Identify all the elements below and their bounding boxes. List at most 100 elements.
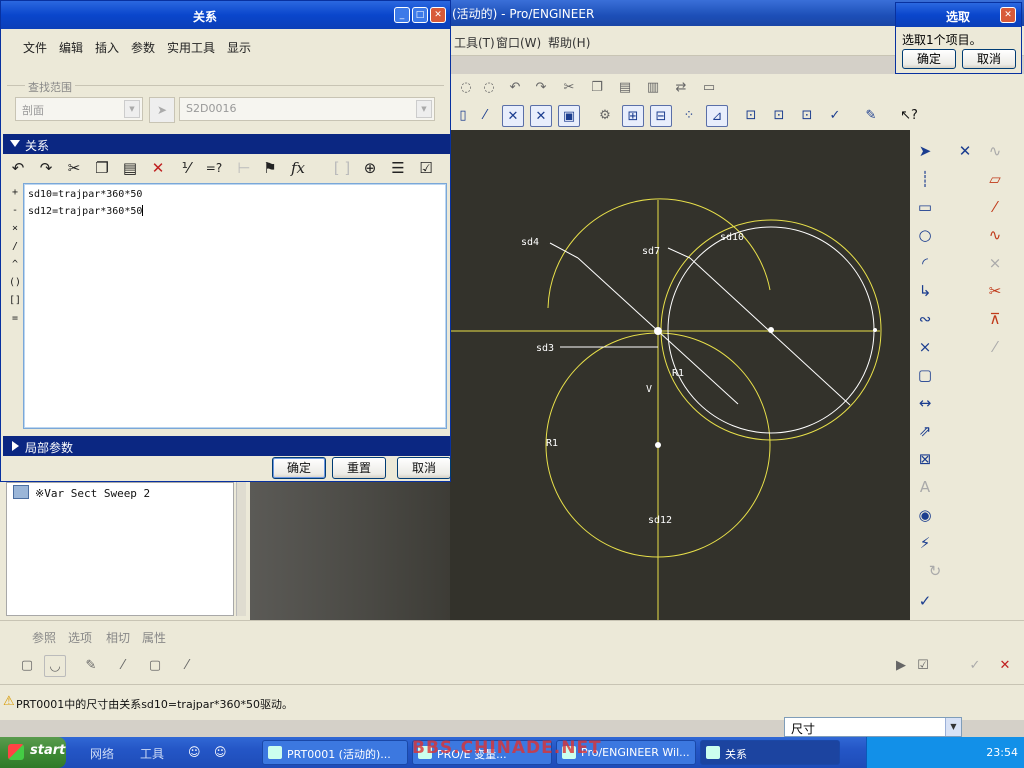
centerline-icon[interactable]: ⁄	[984, 196, 1006, 218]
analysis-icon[interactable]: ⊡	[740, 105, 762, 127]
operator-divide[interactable]: /	[9, 241, 21, 252]
select-title-bar[interactable]: 选取 ✕	[896, 3, 1021, 27]
quicklink-network[interactable]: 网络	[90, 745, 114, 762]
point-icon[interactable]: ×	[914, 336, 936, 358]
tab-properties[interactable]: 属性	[142, 629, 166, 646]
paste-special-icon[interactable]: ▥	[642, 77, 664, 99]
datum-axis-icon[interactable]: ⊟	[650, 105, 672, 127]
parallelogram-icon[interactable]: ▱	[984, 168, 1006, 190]
constraint-icon[interactable]: ⊠	[914, 448, 936, 470]
sketch-icon[interactable]: ✎	[80, 655, 102, 677]
quicklink-tools[interactable]: 工具	[140, 745, 164, 762]
cancel-x-icon[interactable]: ✕	[994, 655, 1016, 677]
close-x-icon[interactable]: ✕	[954, 140, 976, 162]
operator-minus[interactable]: -	[9, 205, 21, 216]
point-dim-icon[interactable]: ×	[984, 252, 1006, 274]
qq-icon[interactable]: ☺	[188, 745, 201, 759]
lookup-value-select[interactable]: S2D0016 ▼	[179, 97, 435, 121]
chevron-down-icon[interactable]: ▼	[945, 718, 961, 736]
dim-sd3[interactable]: sd3	[536, 343, 554, 354]
copy-icon[interactable]: ❐	[586, 77, 608, 99]
sort-icon[interactable]: ⊕	[359, 157, 381, 179]
thicken-icon[interactable]: ⁄	[176, 655, 198, 677]
spline-dim-icon[interactable]: ∿	[984, 140, 1006, 162]
operator-parens[interactable]: ()	[9, 277, 21, 288]
circle-icon[interactable]: ○	[914, 224, 936, 246]
redo-icon[interactable]: ↷	[35, 157, 57, 179]
maximize-icon[interactable]: □	[412, 7, 428, 23]
spline-icon[interactable]: ∿	[984, 224, 1006, 246]
graphics-window[interactable]: sd4 sd7 sd10 sd3 sd12 R1 R1 V	[429, 130, 910, 620]
chevron-down-icon[interactable]: ▼	[416, 100, 432, 118]
regenerate-icon[interactable]: ⇄	[670, 77, 692, 99]
operator-power[interactable]: ^	[9, 259, 21, 270]
paste-icon[interactable]: ▤	[119, 157, 141, 179]
operator-plus[interactable]: +	[9, 187, 21, 198]
palette-icon[interactable]: ◉	[914, 504, 936, 526]
repaint-icon[interactable]: ◌	[455, 77, 477, 99]
datum-point-icon[interactable]: ⁘	[678, 105, 700, 127]
verify-icon[interactable]: ☑	[415, 157, 437, 179]
trajectory-icon[interactable]: ⁄	[112, 655, 134, 677]
trim-icon[interactable]: ✂	[984, 280, 1006, 302]
mirror-icon[interactable]: ⊼	[984, 308, 1006, 330]
view-manager-icon[interactable]: ▭	[698, 77, 720, 99]
modify-icon[interactable]: ⇗	[914, 420, 936, 442]
tree-item-var-sect-sweep[interactable]: ※Var Sect Sweep 2	[35, 487, 150, 500]
done-check-icon[interactable]: ✓	[914, 590, 936, 612]
offset-icon[interactable]: ▢	[914, 364, 936, 386]
dimension-icon[interactable]: ⅟	[175, 157, 197, 179]
chevron-down-icon[interactable]: ▼	[124, 100, 140, 118]
cut-icon[interactable]: ✂	[558, 77, 580, 99]
function-icon[interactable]: fx	[287, 157, 309, 179]
menu-edit[interactable]: 编辑	[59, 39, 83, 56]
spin-icon[interactable]: ◌	[478, 77, 500, 99]
rotate-icon[interactable]: ↻	[924, 560, 946, 582]
select-cancel-button[interactable]: 取消	[962, 49, 1016, 69]
relations-title-bar[interactable]: 关系 _ □ ✕	[1, 1, 450, 29]
list-icon[interactable]: ☰	[387, 157, 409, 179]
grid-snap-icon[interactable]: ⊡	[796, 105, 818, 127]
lookup-type-select[interactable]: 剖面 ▼	[15, 97, 143, 121]
operator-brackets[interactable]: []	[9, 295, 21, 306]
operator-equals[interactable]: =	[9, 313, 21, 324]
divide-icon[interactable]: ⚡	[914, 532, 936, 554]
cancel-button[interactable]: 取消	[397, 457, 451, 479]
menu-parameters[interactable]: 参数	[131, 39, 155, 56]
ruler-icon[interactable]: ⊢	[233, 157, 255, 179]
minimize-icon[interactable]: _	[394, 7, 410, 23]
solid-icon[interactable]: ▢	[16, 655, 38, 677]
menu-insert[interactable]: 插入	[95, 39, 119, 56]
menu-tools[interactable]: 工具(T)	[454, 34, 495, 51]
menu-file[interactable]: 文件	[23, 39, 47, 56]
arc-icon[interactable]: ◜	[914, 252, 936, 274]
curve-icon[interactable]: ∾	[914, 308, 936, 330]
tab-tangency[interactable]: 相切	[106, 629, 130, 646]
dim-sd4[interactable]: sd4	[521, 237, 539, 248]
start-button[interactable]: start	[0, 737, 66, 768]
copy-icon[interactable]: ❐	[91, 157, 113, 179]
menu-display[interactable]: 显示	[227, 39, 251, 56]
text-icon[interactable]: A	[914, 476, 936, 498]
redo-icon[interactable]: ↷	[530, 77, 552, 99]
dim-sd7[interactable]: sd7	[642, 246, 660, 257]
reset-button[interactable]: 重置	[332, 457, 386, 479]
tick-icon[interactable]: ✓	[824, 105, 846, 127]
param-icon[interactable]: ⚑	[259, 157, 281, 179]
play-icon[interactable]: ▶	[890, 655, 912, 677]
grid-icon[interactable]: ✕	[502, 105, 524, 127]
apply-check-icon[interactable]: ✓	[964, 655, 986, 677]
paste-icon[interactable]: ▤	[614, 77, 636, 99]
menu-help[interactable]: 帮助(H)	[548, 34, 590, 51]
ok-button[interactable]: 确定	[272, 457, 326, 479]
selection-filter[interactable]: 尺寸 ▼	[784, 717, 962, 737]
select-arrow-icon[interactable]: ➤	[149, 97, 175, 123]
line-icon[interactable]: ┊	[914, 168, 936, 190]
cut-icon[interactable]: ✂	[63, 157, 85, 179]
sketch-tool-icon[interactable]: ✎	[860, 105, 882, 127]
dimension-icon[interactable]: ↔	[914, 392, 936, 414]
curve-icon[interactable]: ⊡	[768, 105, 790, 127]
tab-references[interactable]: 参照	[32, 629, 56, 646]
task-prt0001[interactable]: PRT0001 (活动的)...	[262, 740, 408, 765]
coord-sys-icon[interactable]: ⊿	[706, 105, 728, 127]
